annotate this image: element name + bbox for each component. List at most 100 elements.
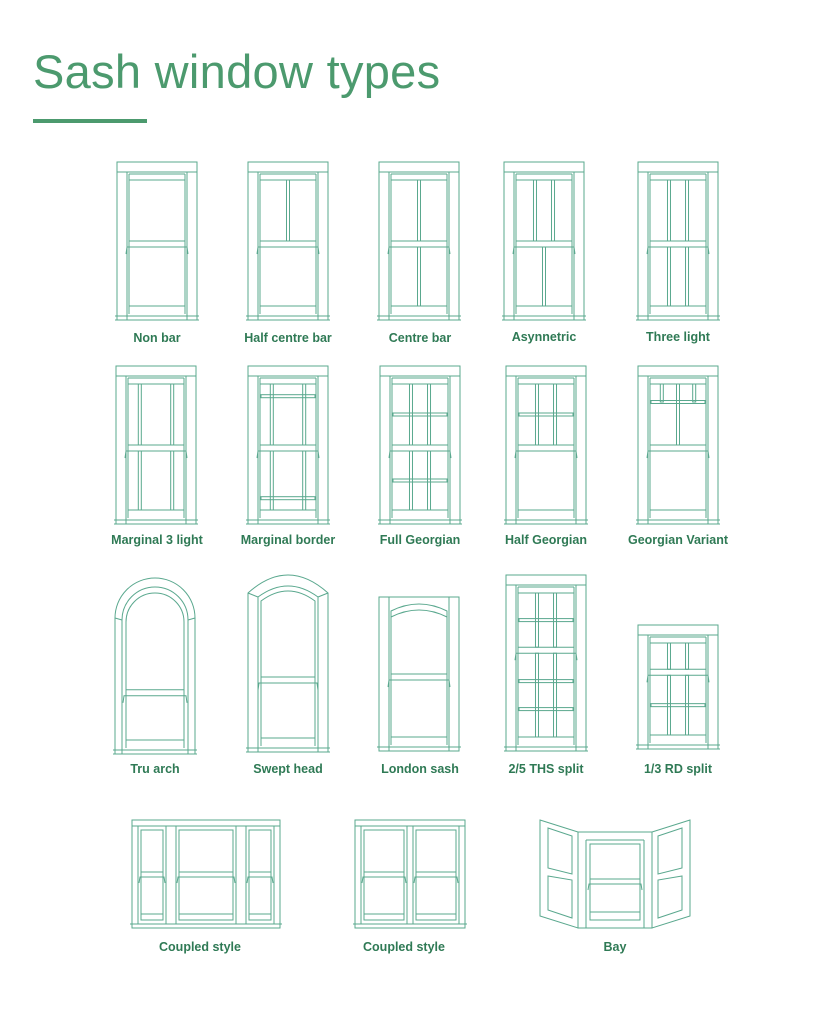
window-group	[636, 161, 720, 321]
window-label: 1/3 RD split	[643, 762, 713, 776]
title-underline	[33, 119, 147, 123]
meeting-rail	[413, 876, 459, 884]
window-drawing-london-sash	[377, 596, 461, 752]
glazing-bar	[685, 179, 690, 242]
arch-joint	[114, 617, 123, 621]
glazing-bar	[692, 383, 697, 403]
window-group	[113, 577, 197, 755]
swept-outer	[247, 574, 329, 752]
bay-left-pane-bottom	[547, 875, 573, 919]
meeting-rail	[257, 682, 319, 691]
glazing-bar	[417, 179, 421, 242]
arch-outer	[114, 577, 196, 754]
window-group	[353, 819, 467, 929]
window-group	[130, 819, 282, 929]
window-group	[636, 624, 720, 750]
window-group	[377, 596, 461, 752]
glazing-bar	[542, 246, 546, 307]
window-drawing-half-georgian	[504, 365, 588, 525]
meeting-rail	[388, 450, 452, 459]
glazing-bar	[650, 703, 706, 708]
glazing-bar	[553, 592, 558, 648]
glazing-bar	[302, 450, 307, 511]
meeting-rail	[246, 876, 274, 884]
meeting-rail	[256, 450, 320, 459]
glazing-bar	[666, 642, 671, 670]
glazing-bar	[170, 450, 175, 511]
window-frame	[354, 819, 466, 929]
window-group	[246, 161, 330, 321]
window-group	[377, 161, 461, 321]
meeting-rail	[646, 450, 710, 459]
glazing-bar	[553, 383, 558, 446]
meeting-rail	[646, 246, 710, 255]
window-drawing-marginal-border	[246, 365, 330, 525]
window-group	[115, 161, 199, 321]
window-drawing-coupled-style-3	[130, 819, 282, 929]
glazing-bar	[392, 478, 448, 483]
glazing-bar	[417, 246, 421, 307]
meeting-rail	[514, 652, 578, 661]
bay-centre-frame	[577, 831, 653, 929]
window-drawing-three-light	[636, 161, 720, 321]
glazing-bar	[676, 383, 680, 446]
window-drawing-half-centre-bar	[246, 161, 330, 321]
window-group	[504, 574, 588, 752]
meeting-rail	[387, 246, 451, 255]
meeting-rail	[361, 876, 407, 884]
window-drawing-marginal-3-light	[114, 365, 198, 525]
page-title: Sash window types	[33, 45, 441, 98]
glazing-bar	[685, 246, 690, 307]
meeting-rail	[256, 246, 320, 255]
glazing-bar	[137, 383, 142, 446]
glazing-bar	[518, 707, 574, 712]
glazing-bar	[137, 450, 142, 511]
meeting-rail	[646, 674, 710, 683]
sash	[178, 829, 234, 921]
glazing-bar	[392, 412, 448, 417]
glazing-bar	[427, 383, 432, 446]
window-drawing-bay	[539, 819, 691, 929]
swept-frame	[257, 585, 319, 752]
glazing-bar	[666, 246, 671, 307]
glazing-bar	[685, 642, 690, 670]
glazing-bar	[408, 450, 413, 511]
glazing-bar	[553, 652, 558, 738]
glazing-bar	[427, 450, 432, 511]
meeting-rail	[514, 450, 578, 459]
meeting-rail	[587, 883, 643, 891]
window-drawing-centre-bar	[377, 161, 461, 321]
window-group	[504, 365, 588, 525]
window-drawing-1-3-rd-split	[636, 624, 720, 750]
glazing-bar	[170, 383, 175, 446]
window-drawing-full-georgian	[378, 365, 462, 525]
meeting-rail	[125, 246, 189, 255]
meeting-rail	[512, 246, 576, 255]
bay-left-pane-top	[547, 827, 573, 875]
bay-right-pane-top	[657, 827, 683, 875]
glazing-bar	[260, 394, 316, 399]
glazing-bar	[518, 679, 574, 684]
window-frame	[131, 819, 281, 929]
glazing-bar	[534, 652, 539, 738]
glazing-bar	[685, 674, 690, 736]
window-label: Three light	[646, 330, 710, 344]
window-group	[378, 365, 462, 525]
meeting-rail	[176, 876, 236, 884]
meeting-rail	[387, 679, 451, 688]
window-label: Bay	[603, 940, 627, 954]
glazing-bar	[666, 179, 671, 242]
swept-joint	[247, 592, 259, 598]
glazing-bar	[650, 400, 706, 404]
meeting-rail	[122, 695, 188, 703]
window-label: Coupled style	[159, 940, 241, 954]
window-label: Coupled style	[363, 940, 445, 954]
glazing-bar	[532, 179, 537, 242]
window-label: Georgian Variant	[627, 533, 729, 547]
glazing-bar	[269, 383, 274, 446]
glazing-bar	[260, 496, 316, 501]
arch-sash	[125, 592, 185, 748]
window-group	[636, 365, 720, 525]
sash	[248, 829, 272, 921]
meeting-rail	[138, 876, 166, 884]
